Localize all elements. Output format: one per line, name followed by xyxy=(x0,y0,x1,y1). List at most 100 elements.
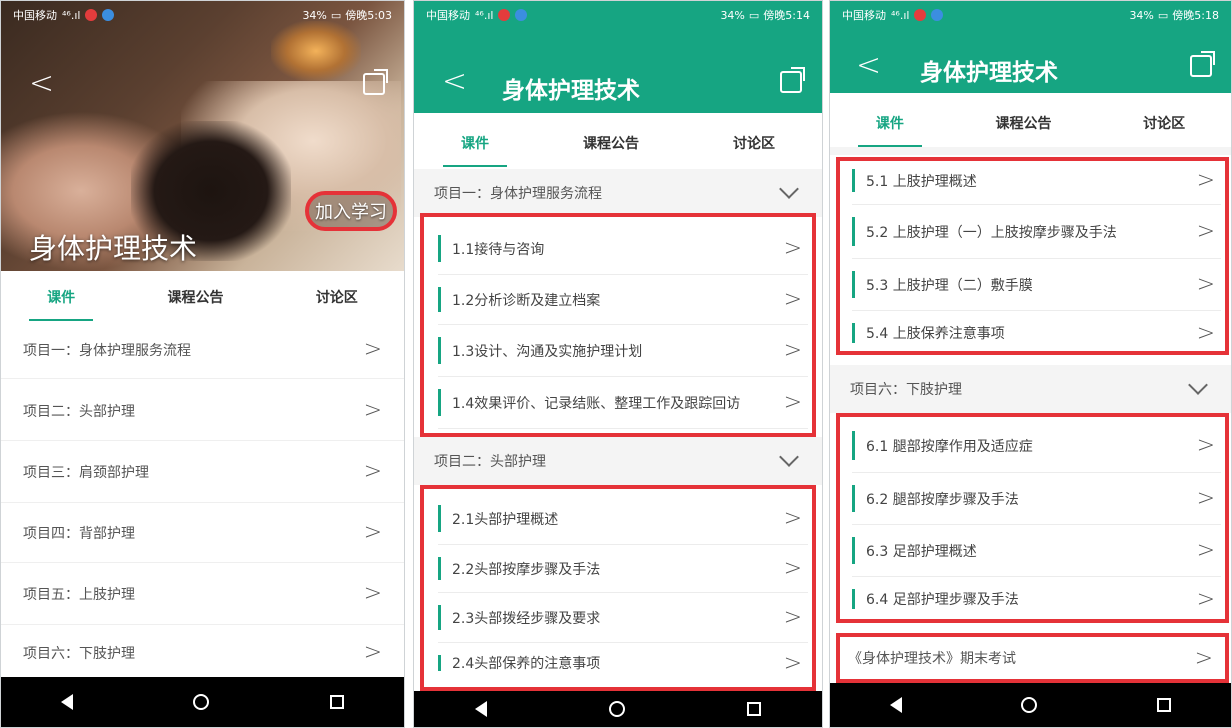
chevron-right-icon: > xyxy=(783,236,802,261)
nav-recents-icon[interactable] xyxy=(329,695,344,709)
tab-discussion[interactable]: 讨论区 xyxy=(298,281,376,313)
project-label: 项目五：上肢护理 xyxy=(23,586,135,603)
signal-icon: ⁴⁶.ıl xyxy=(891,8,910,22)
status-bar: 中国移动 ⁴⁶.ıl 34% ▭ 傍晚5:03 xyxy=(1,1,404,29)
notification-icon xyxy=(85,9,98,21)
project-row[interactable]: 项目一：身体护理服务流程 > xyxy=(1,321,404,379)
tab-discussion[interactable]: 讨论区 xyxy=(715,127,793,159)
lesson-item[interactable]: 1.3设计、沟通及实施护理计划 > xyxy=(438,325,808,377)
battery-percent: 34% xyxy=(720,8,745,22)
exam-label: 《身体护理技术》期末考试 xyxy=(848,651,1016,667)
lesson-item[interactable]: 2.2头部按摩步骤及手法 > xyxy=(438,545,808,593)
chevron-right-icon: > xyxy=(1196,320,1215,346)
chevron-right-icon: > xyxy=(1196,168,1215,193)
nav-recents-icon[interactable] xyxy=(1157,698,1172,712)
nav-recents-icon[interactable] xyxy=(747,702,761,716)
lesson-label: 2.4头部保养的注意事项 xyxy=(452,656,601,672)
share-icon[interactable] xyxy=(363,73,385,95)
notification-icon xyxy=(914,9,927,21)
chevron-down-icon xyxy=(779,179,799,199)
lesson-label: 2.2头部按摩步骤及手法 xyxy=(452,561,601,578)
chevron-right-icon: > xyxy=(783,390,802,415)
lesson-item[interactable]: 2.1头部护理概述 > xyxy=(438,493,808,545)
tab-announcements[interactable]: 课程公告 xyxy=(977,107,1069,139)
signal-icon: ⁴⁶.ıl xyxy=(475,8,494,22)
project-label: 项目二：头部护理 xyxy=(23,403,135,420)
tab-bar: 课件 课程公告 讨论区 xyxy=(830,107,1231,147)
nav-back-icon[interactable] xyxy=(475,701,487,717)
notification-icon xyxy=(515,9,528,21)
screenshot-collage: 中国移动 ⁴⁶.ıl 34% ▭ 傍晚5:03 < 身体护理技术 加入学习 课件… xyxy=(0,0,1232,728)
tab-courseware[interactable]: 课件 xyxy=(443,127,507,167)
nav-back-icon[interactable] xyxy=(61,694,74,710)
tab-courseware[interactable]: 课件 xyxy=(29,281,94,321)
project-row[interactable]: 项目二：头部护理 > xyxy=(1,381,404,441)
lesson-item[interactable]: 2.3头部拨经步骤及要求 > xyxy=(438,593,808,643)
lesson-item[interactable]: 6.3 足部护理概述 > xyxy=(852,525,1221,577)
chevron-down-icon xyxy=(1188,375,1208,395)
chevron-right-icon: > xyxy=(1196,538,1215,563)
lesson-label: 5.4 上肢保养注意事项 xyxy=(866,326,1005,342)
lesson-label: 1.2分析诊断及建立档案 xyxy=(452,292,601,309)
project-row[interactable]: 项目四：背部护理 > xyxy=(1,503,404,563)
lesson-item[interactable]: 6.1 腿部按摩作用及适应症 > xyxy=(852,419,1221,473)
nav-back-icon[interactable] xyxy=(889,697,902,713)
clock: 傍晚5:18 xyxy=(1172,9,1219,22)
lesson-label: 6.3 足部护理概述 xyxy=(866,543,977,560)
lesson-item[interactable]: 5.3 上肢护理（二）敷手膜 > xyxy=(852,259,1221,311)
lesson-item[interactable]: 1.2分析诊断及建立档案 > xyxy=(438,275,808,325)
clock: 傍晚5:14 xyxy=(763,9,810,22)
notification-icon xyxy=(102,9,115,21)
chevron-right-icon: > xyxy=(1196,586,1215,612)
section-header[interactable]: 项目六：下肢护理 xyxy=(830,365,1231,413)
tab-announcements[interactable]: 课程公告 xyxy=(565,127,657,159)
tab-bar: 课件 课程公告 讨论区 xyxy=(414,127,822,167)
nav-home-icon[interactable] xyxy=(609,701,625,717)
lesson-item[interactable]: 2.4头部保养的注意事项 > xyxy=(438,643,808,683)
battery-icon: ▭ xyxy=(1157,8,1169,22)
final-exam-row[interactable]: 《身体护理技术》期末考试 > xyxy=(830,637,1231,679)
android-nav-bar xyxy=(1,677,404,727)
tab-announcements[interactable]: 课程公告 xyxy=(149,281,241,313)
lesson-label: 1.3设计、沟通及实施护理计划 xyxy=(452,343,643,360)
chevron-right-icon: > xyxy=(783,556,802,581)
lesson-item[interactable]: 1.4效果评价、记录结账、整理工作及跟踪回访 > xyxy=(438,377,808,429)
nav-home-icon[interactable] xyxy=(193,694,210,710)
lesson-item[interactable]: 6.4 足部护理步骤及手法 > xyxy=(852,577,1221,621)
back-arrow-icon[interactable]: < xyxy=(856,51,881,81)
lesson-item[interactable]: 5.4 上肢保养注意事项 > xyxy=(852,311,1221,355)
join-study-button[interactable]: 加入学习 xyxy=(305,191,397,231)
project-row[interactable]: 项目五：上肢护理 > xyxy=(1,563,404,625)
lesson-item[interactable]: 5.1 上肢护理概述 > xyxy=(852,157,1221,205)
section-header[interactable]: 项目一：身体护理服务流程 xyxy=(414,169,822,217)
share-icon[interactable] xyxy=(780,71,802,93)
chevron-right-icon: > xyxy=(363,337,382,362)
chevron-right-icon: > xyxy=(363,459,382,484)
chevron-right-icon: > xyxy=(363,581,382,606)
chevron-right-icon: > xyxy=(1196,272,1215,297)
chevron-right-icon: > xyxy=(363,640,382,665)
lesson-label: 5.2 上肢护理（一）上肢按摩步骤及手法 xyxy=(866,224,1117,241)
tab-courseware[interactable]: 课件 xyxy=(857,107,922,147)
share-icon[interactable] xyxy=(1190,55,1212,77)
lesson-item[interactable]: 1.1接待与咨询 > xyxy=(438,223,808,275)
lesson-label: 5.3 上肢护理（二）敷手膜 xyxy=(866,277,1033,294)
back-arrow-icon[interactable]: < xyxy=(29,69,54,99)
lesson-item[interactable]: 6.2 腿部按摩步骤及手法 > xyxy=(852,473,1221,525)
notification-icon xyxy=(498,9,511,21)
lesson-label: 5.1 上肢护理概述 xyxy=(866,173,977,190)
back-arrow-icon[interactable]: < xyxy=(442,67,467,97)
lesson-item[interactable]: 5.2 上肢护理（一）上肢按摩步骤及手法 > xyxy=(852,205,1221,259)
project-label: 项目一：身体护理服务流程 xyxy=(23,342,191,359)
project-row[interactable]: 项目三：肩颈部护理 > xyxy=(1,441,404,503)
lesson-label: 6.2 腿部按摩步骤及手法 xyxy=(866,491,1019,508)
battery-icon: ▭ xyxy=(748,8,760,22)
section-header[interactable]: 项目二：头部护理 xyxy=(414,437,822,485)
lesson-label: 1.4效果评价、记录结账、整理工作及跟踪回访 xyxy=(452,395,741,412)
project-row[interactable]: 项目六：下肢护理 > xyxy=(1,625,404,681)
tab-discussion[interactable]: 讨论区 xyxy=(1125,107,1203,139)
nav-home-icon[interactable] xyxy=(1021,697,1038,713)
chevron-right-icon: > xyxy=(783,338,802,363)
chevron-right-icon: > xyxy=(363,398,382,423)
page-title: 身体护理技术 xyxy=(920,60,1058,86)
